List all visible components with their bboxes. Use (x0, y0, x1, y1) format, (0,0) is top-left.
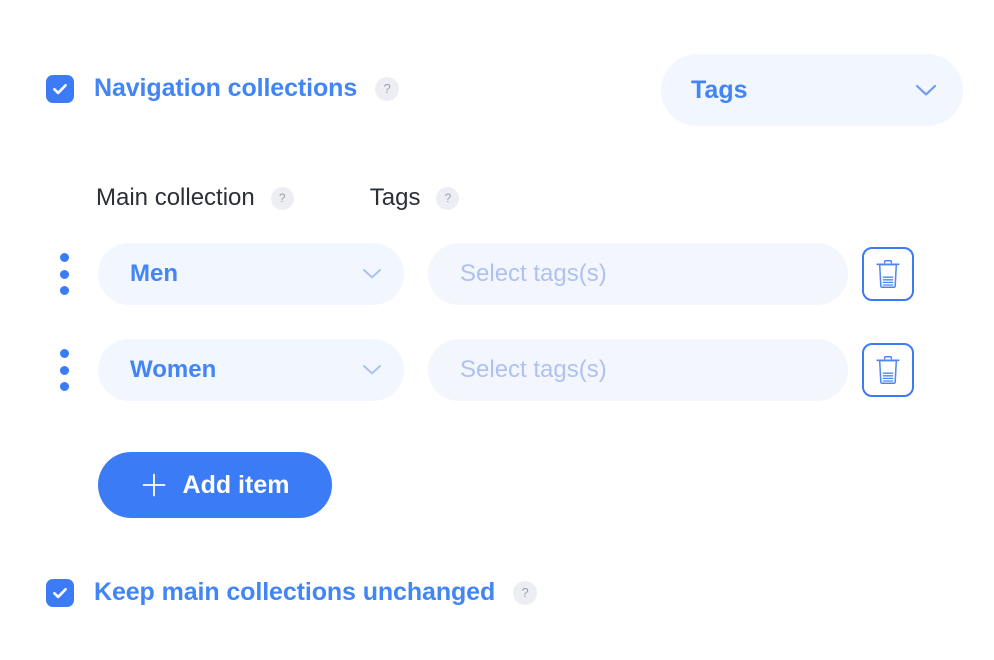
plus-icon (142, 473, 165, 497)
column-header-main-collection-label: Main collection (96, 184, 255, 211)
main-collection-help-icon[interactable]: ? (270, 186, 294, 210)
keep-unchanged-row: Keep main collections unchanged ? (46, 578, 538, 607)
add-item-button[interactable]: Add item (98, 452, 332, 518)
table-row: Women Select tags(s) (56, 339, 914, 401)
keep-unchanged-checkbox[interactable] (46, 578, 74, 607)
chevron-down-icon (915, 84, 937, 95)
main-collection-select-0-value: Men (130, 260, 178, 287)
navigation-collections-help-icon[interactable]: ? (375, 76, 400, 101)
drag-dot (59, 286, 69, 295)
column-header-tags: Tags ? (370, 184, 460, 212)
drag-dot (59, 269, 69, 279)
tags-input-1[interactable]: Select tags(s) (428, 339, 848, 401)
drag-handle-icon[interactable] (56, 253, 72, 295)
trash-icon (876, 260, 900, 289)
column-header-tags-label: Tags (369, 184, 421, 211)
main-collection-select-1-value: Women (130, 356, 217, 383)
chevron-down-icon (363, 365, 381, 375)
navigation-collections-label: Navigation collections (94, 74, 358, 102)
chevron-down-icon (363, 269, 381, 279)
checkmark-icon (53, 587, 67, 598)
trash-icon (876, 356, 900, 385)
table-row: Men Select tags(s) (56, 243, 914, 305)
main-collection-select-1[interactable]: Women (98, 339, 404, 401)
keep-unchanged-help-icon[interactable]: ? (513, 580, 538, 605)
navigation-collections-row: Navigation collections ? (46, 74, 400, 103)
checkmark-icon (53, 83, 67, 94)
navigation-collections-panel: Navigation collections ? Tags Main colle… (0, 0, 994, 660)
navigation-collections-checkbox[interactable] (46, 74, 74, 103)
column-headers: Main collection ? Tags ? (96, 184, 460, 212)
column-header-main-collection: Main collection ? (96, 184, 294, 212)
delete-row-button-0[interactable] (862, 247, 914, 301)
add-item-button-label: Add item (182, 470, 290, 499)
tags-help-icon[interactable]: ? (436, 186, 460, 210)
keep-unchanged-label: Keep main collections unchanged (94, 578, 496, 606)
tags-input-0[interactable]: Select tags(s) (428, 243, 848, 305)
tags-scope-dropdown[interactable]: Tags (661, 54, 963, 126)
drag-dot (59, 349, 69, 358)
drag-handle-icon[interactable] (56, 349, 72, 391)
tags-input-1-placeholder: Select tags(s) (460, 356, 607, 383)
drag-dot (59, 253, 69, 262)
drag-dot (59, 365, 69, 375)
tags-scope-dropdown-value: Tags (691, 75, 748, 104)
delete-row-button-1[interactable] (862, 343, 914, 397)
main-collection-select-0[interactable]: Men (98, 243, 404, 305)
tags-input-0-placeholder: Select tags(s) (460, 260, 607, 287)
drag-dot (59, 382, 69, 391)
